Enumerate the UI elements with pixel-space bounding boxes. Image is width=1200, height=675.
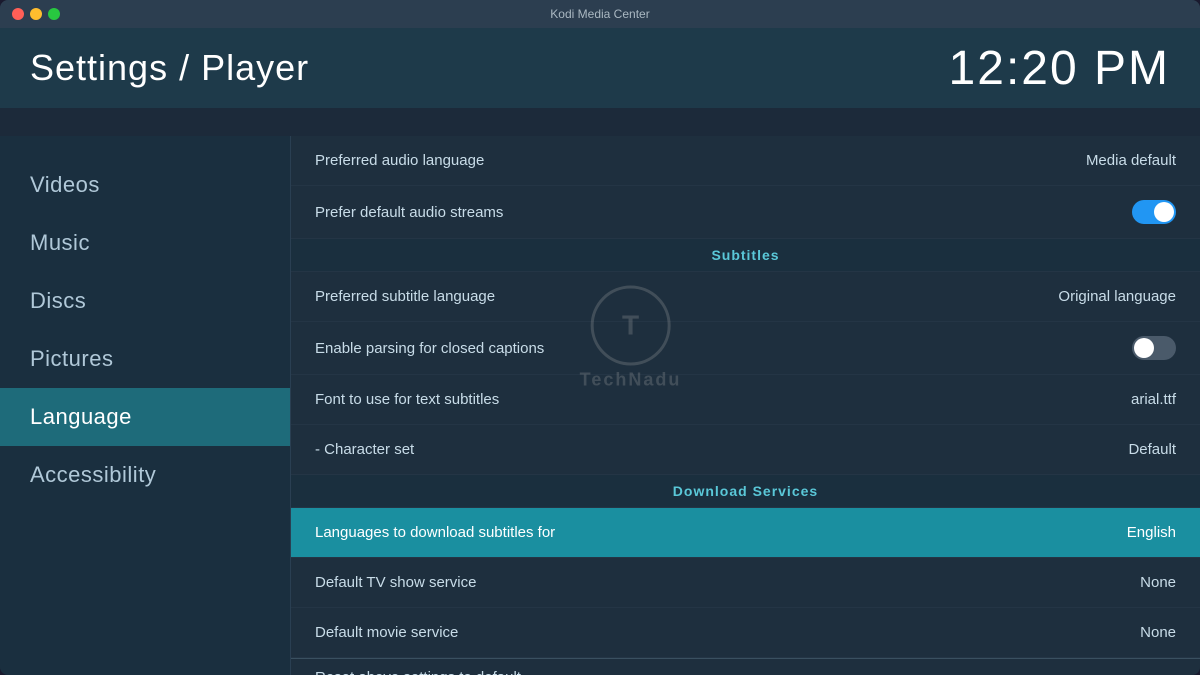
- prefer-default-audio-toggle[interactable]: [1132, 200, 1176, 224]
- preferred-audio-language-label: Preferred audio language: [315, 152, 484, 169]
- header: Settings / Player 12:20 PM: [0, 28, 1200, 108]
- maximize-button[interactable]: [48, 8, 60, 20]
- window-title: Kodi Media Center: [550, 7, 649, 21]
- default-movie-service-label: Default movie service: [315, 624, 458, 641]
- minimize-button[interactable]: [30, 8, 42, 20]
- default-movie-service-value: None: [1140, 624, 1176, 641]
- prefer-default-audio-row[interactable]: Prefer default audio streams: [291, 186, 1200, 239]
- clock-display: 12:20 PM: [949, 41, 1170, 96]
- toggle-thumb-2: [1134, 338, 1154, 358]
- character-set-row[interactable]: - Character set Default: [291, 425, 1200, 475]
- body-area: Videos Music Discs Pictures Language Acc…: [0, 136, 1200, 675]
- font-text-subtitles-row[interactable]: Font to use for text subtitles arial.ttf: [291, 375, 1200, 425]
- default-tv-show-service-value: None: [1140, 574, 1176, 591]
- sidebar-item-pictures[interactable]: Pictures: [0, 330, 290, 388]
- sidebar-item-language[interactable]: Language: [0, 388, 290, 446]
- languages-download-subtitles-row[interactable]: Languages to download subtitles for Engl…: [291, 508, 1200, 558]
- default-tv-show-service-label: Default TV show service: [315, 574, 476, 591]
- app-window: Kodi Media Center Settings / Player 12:2…: [0, 0, 1200, 675]
- font-text-subtitles-value: arial.ttf: [1131, 391, 1176, 408]
- preferred-subtitle-language-row[interactable]: Preferred subtitle language Original lan…: [291, 272, 1200, 322]
- reset-settings-label: Reset above settings to default: [315, 669, 521, 675]
- sidebar-item-music[interactable]: Music: [0, 214, 290, 272]
- languages-download-subtitles-value: English: [1127, 524, 1176, 541]
- sidebar-item-accessibility[interactable]: Accessibility: [0, 446, 290, 504]
- traffic-lights: [12, 8, 60, 20]
- languages-download-subtitles-label: Languages to download subtitles for: [315, 524, 555, 541]
- font-text-subtitles-label: Font to use for text subtitles: [315, 391, 499, 408]
- toggle-thumb: [1154, 202, 1174, 222]
- sidebar-item-discs[interactable]: Discs: [0, 272, 290, 330]
- download-services-section-header: Download Services: [291, 475, 1200, 508]
- preferred-audio-language-row[interactable]: Preferred audio language Media default: [291, 136, 1200, 186]
- enable-closed-captions-toggle[interactable]: [1132, 336, 1176, 360]
- enable-closed-captions-label: Enable parsing for closed captions: [315, 340, 544, 357]
- page-title: Settings / Player: [30, 47, 309, 89]
- settings-panel[interactable]: Preferred audio language Media default P…: [290, 136, 1200, 675]
- character-set-label: - Character set: [315, 441, 414, 458]
- default-movie-service-row[interactable]: Default movie service None: [291, 608, 1200, 658]
- prefer-default-audio-label: Prefer default audio streams: [315, 204, 503, 221]
- preferred-subtitle-language-label: Preferred subtitle language: [315, 288, 495, 305]
- sidebar-item-videos[interactable]: Videos: [0, 156, 290, 214]
- preferred-audio-language-value: Media default: [1086, 152, 1176, 169]
- close-button[interactable]: [12, 8, 24, 20]
- subtitles-section-header: Subtitles: [291, 239, 1200, 272]
- sidebar: Videos Music Discs Pictures Language Acc…: [0, 136, 290, 675]
- preferred-subtitle-language-value: Original language: [1058, 288, 1176, 305]
- titlebar: Kodi Media Center: [0, 0, 1200, 28]
- default-tv-show-service-row[interactable]: Default TV show service None: [291, 558, 1200, 608]
- reset-settings-row[interactable]: Reset above settings to default: [291, 658, 1200, 675]
- enable-closed-captions-row[interactable]: Enable parsing for closed captions: [291, 322, 1200, 375]
- character-set-value: Default: [1128, 441, 1176, 458]
